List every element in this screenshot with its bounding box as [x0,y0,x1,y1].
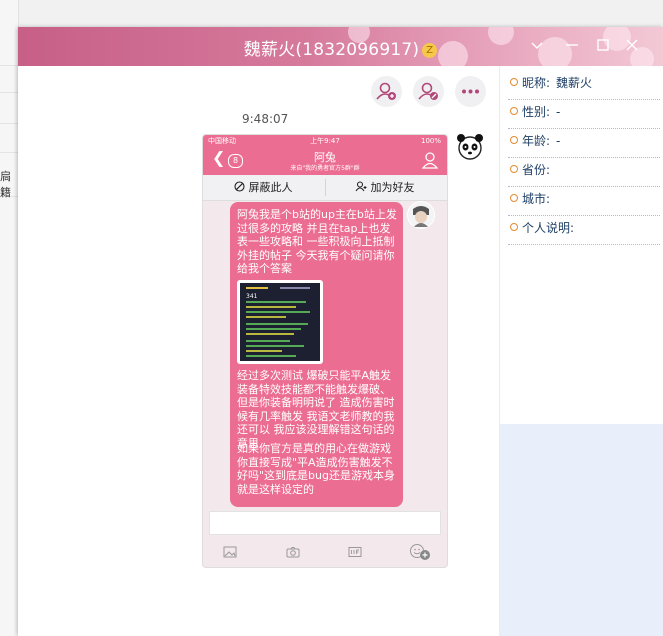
message-text-part2: 经过多次测试 爆破只能平A触发 装备特效技能都不能触发爆破、但是你装备明明说了 … [237,369,395,450]
title-bar[interactable]: 魏薪火(1832096917) Z [18,27,663,66]
field-value: 魏薪火 [556,76,593,90]
action-divider [325,179,326,196]
vip-badge-icon: Z [422,43,438,58]
block-person-action: 屏蔽此人 [234,175,293,200]
bullet-icon [510,223,518,231]
gif-icon [348,547,362,557]
field-label: 昵称: [522,76,551,90]
add-friend-action: 加为好友 [355,175,415,200]
field-label: 个人说明: [522,221,575,235]
profile-panel-lower-area [500,424,663,636]
emoji-icon [410,544,430,560]
more-button[interactable] [455,76,486,107]
more-icon [462,89,479,94]
background-window-edge: 扃籍 [0,0,19,636]
chat-window: 魏薪火(1832096917) Z 9:48:07 中国移动 上午9:47 10… [18,27,663,636]
profile-icon [422,152,438,169]
message-text-part1: 阿兔我是个b站的up主在b站上发过很多的攻略 并且在tap上也发表一些攻略和 一… [237,208,397,276]
contact-profile-panel: 昵称: 魏薪火 性别: - 年龄: - 省份: 城市: 个人说明: [499,66,663,636]
character-avatar-icon [408,202,434,228]
profile-field-bio: 个人说明: [508,217,660,245]
field-label: 省份: [522,163,551,177]
phone-time: 上午9:47 [310,137,340,145]
background-partial-text: 扃籍 [0,170,11,199]
embedded-game-screenshot: 341 [237,280,323,364]
add-person-icon [355,181,367,192]
add-friend-label: 加为好友 [370,181,415,194]
phone-toolbar [203,539,447,567]
phone-input-box [209,511,441,535]
panda-avatar-icon [457,134,483,160]
bullet-icon [510,107,518,115]
profile-field-province: 省份: [508,159,660,187]
profile-field-gender: 性别: - [508,101,660,129]
maximize-icon[interactable] [594,37,612,55]
chat-panel: 9:48:07 中国移动 上午9:47 100% ❮ 8 阿兔 来自"我的勇者官… [18,66,499,636]
phone-status-bar: 中国移动 上午9:47 100% [203,135,447,147]
dropdown-icon[interactable] [528,37,546,55]
image-icon [223,546,237,558]
phone-battery: 100% [420,137,441,145]
bullet-icon [510,136,518,144]
image-message-phone-screenshot[interactable]: 中国移动 上午9:47 100% ❮ 8 阿兔 来自"我的勇者官方5群"群 屏蔽… [202,134,448,568]
block-icon [234,181,245,192]
message-text-part3: 如果你官方是真的用心在做游戏 你直接写成"平A造成伤害触发不好吗"这到底是bug… [237,442,395,496]
block-user-button[interactable] [413,76,444,107]
game-screenshot-content: 341 [240,283,320,361]
minimize-icon[interactable] [563,37,581,55]
profile-field-age: 年龄: - [508,130,660,158]
field-label: 城市: [522,192,551,206]
bullet-icon [510,78,518,86]
close-icon[interactable] [623,37,641,55]
message-timestamp: 9:48:07 [242,112,289,126]
field-label: 性别: [522,105,551,119]
field-value: - [556,134,561,148]
bullet-icon [510,165,518,173]
window-title-text: 魏薪火(1832096917) [243,40,420,60]
field-label: 年龄: [522,134,551,148]
block-person-label: 屏蔽此人 [248,181,293,194]
add-friend-button[interactable] [371,76,402,107]
profile-field-nickname: 昵称: 魏薪火 [508,72,660,100]
sender-avatar[interactable] [455,132,485,162]
camera-icon [286,547,300,558]
bullet-icon [510,194,518,202]
field-value: - [556,105,561,119]
add-friend-icon [376,82,396,100]
phone-chat-header: 中国移动 上午9:47 100% ❮ 8 阿兔 来自"我的勇者官方5群"群 [203,135,447,175]
phone-message-bubble: 阿兔我是个b站的up主在b站上发过很多的攻略 并且在tap上也发表一些攻略和 一… [230,202,403,507]
block-user-icon [418,82,438,100]
phone-sender-avatar [407,201,435,229]
profile-field-city: 城市: [508,188,660,216]
phone-action-bar: 屏蔽此人 加为好友 [203,175,447,201]
phone-contact-source: 来自"我的勇者官方5群"群 [290,165,360,172]
